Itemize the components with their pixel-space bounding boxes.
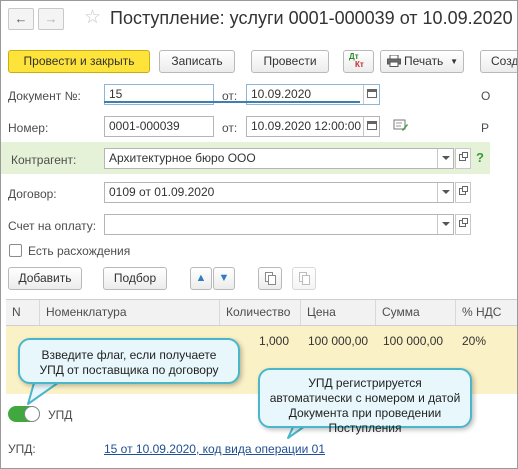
number-date-label: от: [222,121,238,135]
save-button[interactable]: Записать [159,50,235,73]
discrepancy-label: Есть расхождения [28,244,131,258]
counterparty-input[interactable]: Архитектурное бюро ООО [104,148,454,169]
open-contract-button[interactable] [455,182,471,203]
toggle-knob [24,406,40,422]
contract-label: Договор: [8,187,57,201]
add-row-button[interactable]: Добавить [8,267,82,290]
counterparty-label: Контрагент: [11,153,77,167]
calendar-icon[interactable] [363,85,379,104]
chevron-down-icon: ▼ [450,57,458,66]
back-button[interactable]: ← [8,8,34,30]
edit-number-icon[interactable] [393,118,409,132]
dt-kt-icon: Дт Кт [349,52,364,69]
right-cut-label-r: Р [481,121,490,135]
post-and-close-button[interactable]: Провести и закрыть [8,50,150,73]
open-counterparty-button[interactable] [455,148,471,169]
forward-button[interactable]: → [38,8,64,30]
chevron-down-icon[interactable] [437,215,453,234]
upd-label: УПД: [8,442,36,456]
arrow-down-icon: ▼ [218,272,230,284]
callout-right: УПД регистрируется автоматически с номер… [258,368,472,435]
arrow-right-icon: → [44,11,58,26]
printer-icon [387,54,401,67]
upd-link[interactable]: 15 от 10.09.2020, код вида операции 01 [104,442,325,456]
move-up-button[interactable]: ▲ [190,267,212,290]
callout-left: Взведите флаг, если получаете УПД от пос… [18,338,240,384]
paste-row-button[interactable] [292,267,316,290]
chevron-down-icon[interactable] [437,183,453,202]
move-down-button[interactable]: ▼ [213,267,235,290]
help-icon[interactable]: ? [476,150,484,165]
invoice-input[interactable] [104,214,454,235]
number-label: Номер: [8,121,49,135]
open-invoice-button[interactable] [455,214,471,235]
dt-kt-button[interactable]: Дт Кт [343,50,374,73]
print-button[interactable]: Печать ▼ [380,50,464,73]
contract-input[interactable]: 0109 от 01.09.2020 [104,182,454,203]
chevron-down-icon[interactable] [437,149,453,168]
doc-number-label: Документ №: [8,89,81,103]
create-based-on-button[interactable]: Созд [480,50,518,73]
arrow-up-icon: ▲ [195,272,207,284]
copy-row-button[interactable] [258,267,282,290]
favorite-star-icon[interactable]: ☆ [84,6,101,29]
discrepancy-checkbox[interactable] [9,244,22,257]
upd-toggle[interactable] [8,406,40,422]
print-label: Печать [404,54,444,68]
right-cut-label-o: О [481,89,491,103]
arrow-left-icon: ← [14,11,28,26]
calendar-icon[interactable] [363,117,379,136]
pick-button[interactable]: Подбор [103,267,167,290]
invoice-label: Счет на оплату: [8,219,97,233]
number-input[interactable]: 0001-000039 [104,116,214,137]
post-button[interactable]: Провести [251,50,329,73]
number-date-input[interactable]: 10.09.2020 12:00:00 [246,116,380,137]
upd-toggle-label: УПД [48,408,73,422]
page-title: Поступление: услуги 0001-000039 от 10.09… [110,8,513,28]
active-field-underline [104,101,360,103]
